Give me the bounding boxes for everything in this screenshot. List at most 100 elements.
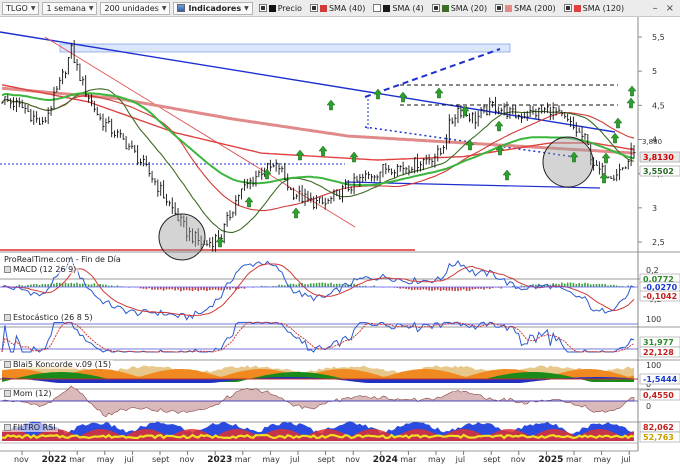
color-swatch-icon <box>268 4 276 12</box>
legend-label: SMA (4) <box>392 3 424 13</box>
indicators-button[interactable]: Indicadores ▼ <box>173 1 253 15</box>
legend-bar: Precio SMA (40) SMA (4) SMA (20) SMA (200) SM… <box>256 2 629 15</box>
legend-item-0[interactable]: Precio <box>256 2 305 15</box>
macd-hist-bar <box>448 287 451 291</box>
chevron-down-icon: ▼ <box>161 4 167 12</box>
price-tick-label: 5,5 <box>652 33 665 42</box>
watermark: ProRealTime.com - Fin de Día <box>2 255 123 264</box>
last-price-tag: 3,8130 <box>643 153 674 162</box>
macd-hist-bar <box>206 287 208 292</box>
legend-label: SMA (200) <box>514 3 556 13</box>
macd-hist-bar <box>197 287 200 292</box>
macd-hist-bar <box>188 287 191 291</box>
timeframe-select[interactable]: 1 semana ▼ <box>42 1 98 15</box>
legend-item-5[interactable]: SMA (120) <box>561 2 628 15</box>
symbol-select[interactable]: TLGO ▼ <box>2 1 40 15</box>
macd-hist-bar <box>321 282 324 287</box>
rsi-label[interactable]: FILTRO RSI <box>2 423 58 432</box>
mom-label[interactable]: Mom (12) <box>2 389 54 398</box>
macd-hist-bar <box>154 287 156 290</box>
checkbox-icon[interactable] <box>563 4 572 12</box>
macd-hist-bar <box>408 287 410 290</box>
macd-hist-bar <box>168 287 171 290</box>
indicators-icon <box>177 4 186 12</box>
x-axis-label: mar <box>69 455 86 464</box>
panel-icon <box>4 314 11 321</box>
macd-signal-line <box>1 263 635 317</box>
price-chart[interactable]: 5,554,543,532,53,8803,81303,55020,2-0,20… <box>0 17 680 465</box>
price-tag-upper: 3,880 <box>642 138 662 146</box>
price-tick-label: 5 <box>652 67 657 76</box>
macd-hist-bar <box>318 282 321 287</box>
color-swatch-icon <box>383 4 391 12</box>
macd-hist-bar <box>419 287 422 290</box>
macd-value-2: -0,0270 <box>643 283 678 292</box>
checkbox-icon[interactable] <box>258 4 267 12</box>
indicators-label: Indicadores <box>188 3 242 13</box>
macd-hist-bar <box>451 287 453 291</box>
checkbox-icon[interactable] <box>373 4 382 12</box>
x-axis-label: sept <box>318 455 335 464</box>
x-axis-label: may <box>594 455 612 464</box>
macd-hist-bar <box>566 282 569 287</box>
macd-hist-bar <box>436 287 439 290</box>
macd-hist-bar <box>462 287 465 290</box>
macd-hist-bar <box>211 287 214 290</box>
x-axis-label: jul <box>620 455 631 464</box>
macd-hist-bar <box>102 284 104 287</box>
blai-label[interactable]: Blai5 Koncorde v.09 (15) <box>2 360 114 369</box>
x-axis-label: jul <box>455 455 466 464</box>
macd-hist-bar <box>575 284 578 287</box>
macd-hist-bar <box>162 287 165 291</box>
macd-value-3: -0,1042 <box>643 292 677 301</box>
checkbox-icon[interactable] <box>309 4 318 12</box>
macd-hist-bar <box>64 282 67 287</box>
rsi-value-2: 52,763 <box>643 433 674 442</box>
macd-hist-bar <box>165 287 168 290</box>
momentum-area <box>1 385 635 418</box>
macd-hist-bar <box>298 283 301 287</box>
macd-hist-bar <box>185 287 188 290</box>
watermark-text: ProRealTime.com - Fin de Día <box>4 255 121 264</box>
macd-hist-bar <box>468 287 471 291</box>
checkbox-icon[interactable] <box>431 4 440 12</box>
minimize-icon[interactable]: – <box>653 3 658 14</box>
legend-item-3[interactable]: SMA (20) <box>429 2 490 15</box>
macd-hist-bar <box>416 287 419 290</box>
x-axis-label: mar <box>566 455 583 464</box>
macd-hist-bar <box>454 287 456 292</box>
legend-label: SMA (120) <box>582 3 625 13</box>
macd-label-text: MACD (12 26 9) <box>13 265 77 274</box>
macd-hist-bar <box>93 283 96 287</box>
macd-hist-bar <box>312 283 315 287</box>
x-axis-label: mar <box>235 455 252 464</box>
macd-hist-bar <box>208 287 211 291</box>
macd-hist-bar <box>105 284 107 287</box>
panel-icon <box>4 424 11 431</box>
close-icon[interactable]: × <box>666 3 674 14</box>
highlight-circle-low <box>158 213 206 261</box>
macd-hist-bar <box>151 287 153 290</box>
macd-hist-bar <box>292 283 295 287</box>
checkbox-icon[interactable] <box>495 4 504 12</box>
macd-hist-bar <box>422 287 425 290</box>
x-axis-label: mar <box>400 455 417 464</box>
resistance-zone <box>59 43 511 53</box>
legend-item-1[interactable]: SMA (40) <box>307 2 368 15</box>
legend-item-2[interactable]: SMA (4) <box>370 2 426 15</box>
macd-hist-bar <box>434 287 436 291</box>
panel-icon <box>4 361 11 368</box>
legend-label: Precio <box>277 3 302 13</box>
macd-hist-bar <box>338 283 341 287</box>
units-select[interactable]: 200 unidades ▼ <box>100 1 171 15</box>
legend-item-4[interactable]: SMA (200) <box>492 2 559 15</box>
x-axis-label: nov <box>14 455 29 464</box>
macd-label[interactable]: MACD (12 26 9) <box>2 265 79 274</box>
stoch-label[interactable]: Estocástico (26 8 5) <box>2 313 95 322</box>
stoch-value-2: 22,128 <box>643 348 674 357</box>
macd-hist-bar <box>431 287 433 291</box>
macd-hist-bar <box>90 284 93 287</box>
stoch-value-1: 31,977 <box>643 338 674 347</box>
highlight-circle-current <box>542 136 594 188</box>
rsi-label-text: FILTRO RSI <box>13 423 56 432</box>
